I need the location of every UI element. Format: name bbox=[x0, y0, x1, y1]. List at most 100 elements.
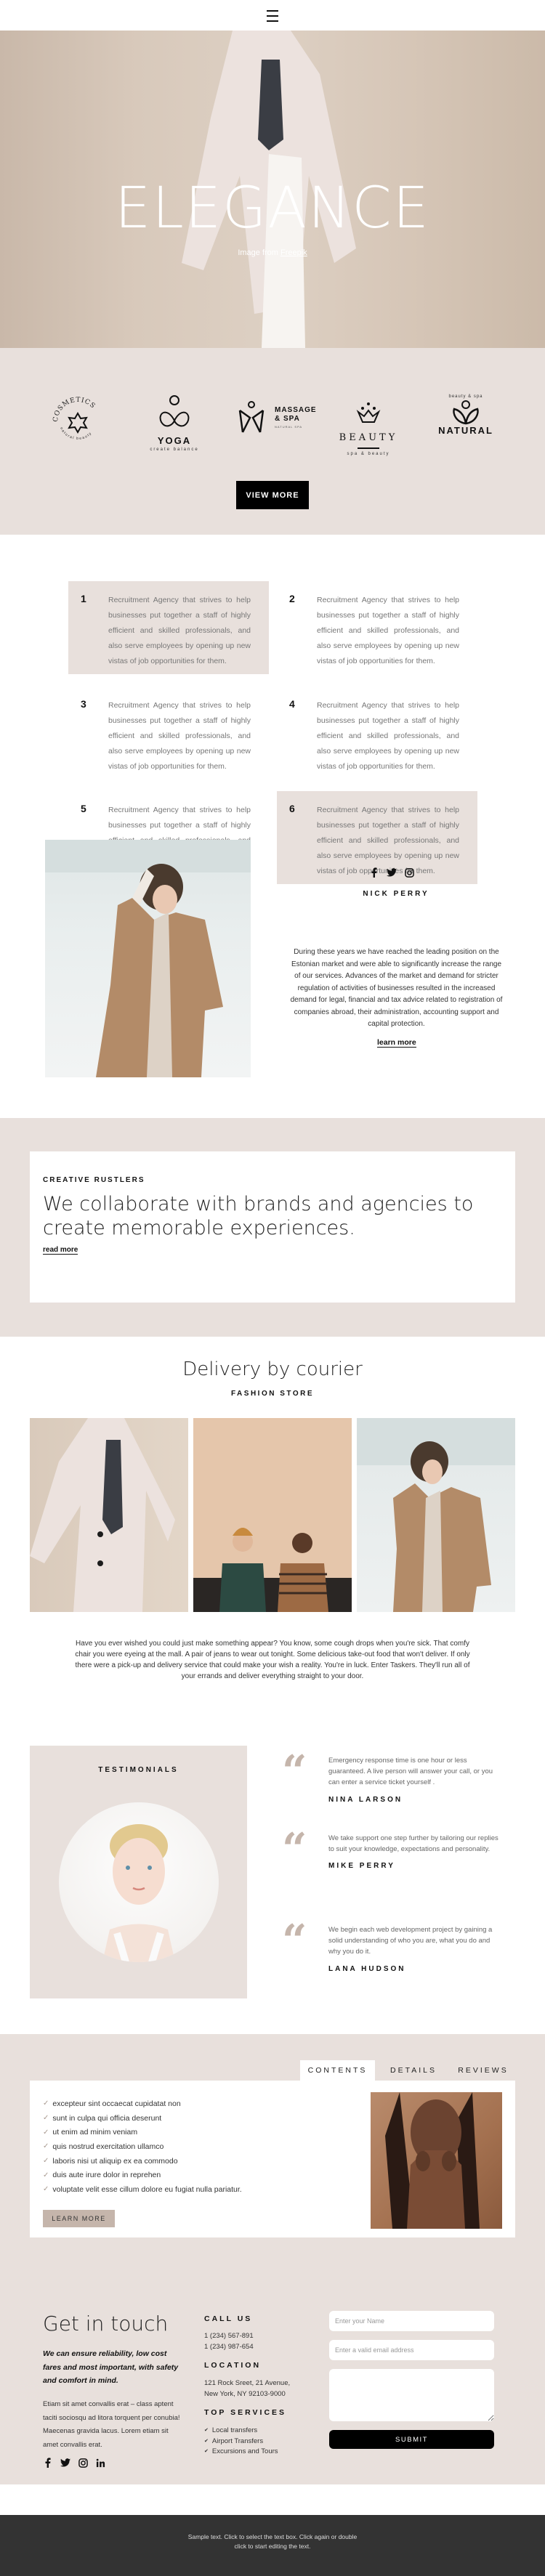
contact-body: Etiam sit amet convallis erat – class ap… bbox=[43, 2400, 180, 2449]
tab-details[interactable]: DETAILS bbox=[382, 2060, 445, 2081]
view-more-button[interactable]: VIEW MORE bbox=[236, 481, 309, 509]
feature-text: Recruitment Agency that strives to help … bbox=[317, 701, 459, 771]
logo-beauty-divider bbox=[358, 447, 379, 449]
leaf-figure-icon bbox=[453, 400, 479, 425]
message-textarea[interactable] bbox=[329, 2369, 494, 2421]
logo-massage-sub: NATURAL SPA bbox=[275, 424, 303, 429]
flower-icon: COSMETICS natural beauty bbox=[52, 397, 96, 441]
feature-number: 6 bbox=[289, 803, 295, 814]
logo-natural-sub: beauty & spa bbox=[448, 394, 483, 399]
tab-portrait-image bbox=[371, 2092, 502, 2229]
services-list: ✔ Local transfers ✔ Airport Transfers ✔ Exc… bbox=[204, 2426, 278, 2458]
location-heading: LOCATION bbox=[204, 2361, 262, 2370]
delivery-title: Delivery by courier bbox=[182, 1358, 363, 1380]
testimonials-card: TESTIMONIALS bbox=[30, 1746, 247, 1998]
testimonial-author: MIKE PERRY bbox=[328, 1862, 395, 1870]
quote-icon: “ bbox=[282, 1824, 307, 1875]
phone-number: 1 (234) 567-891 bbox=[204, 2332, 254, 2340]
feature-number: 1 bbox=[81, 593, 86, 604]
feature-number: 2 bbox=[289, 593, 295, 604]
testimonial-text: We begin each web development project by… bbox=[328, 1926, 493, 1956]
feature-number: 3 bbox=[81, 698, 86, 710]
quote-icon: “ bbox=[282, 1916, 307, 1967]
logo-natural: beauty & spa NATURAL bbox=[426, 392, 506, 479]
submit-button[interactable]: SUBMIT bbox=[329, 2430, 494, 2449]
feature-number: 5 bbox=[81, 803, 86, 814]
instagram-icon[interactable] bbox=[404, 867, 414, 878]
feature-item: 3 Recruitment Agency that strives to hel… bbox=[68, 686, 269, 779]
phone-number: 1 (234) 987-654 bbox=[204, 2342, 254, 2351]
checklist-item: ✓ laboris nisi ut aliquip ex ea commodo bbox=[43, 2156, 178, 2166]
check-icon: ✓ bbox=[43, 2114, 49, 2123]
logo-massage-name: MASSAGE & SPA bbox=[275, 405, 317, 423]
footer-text: Sample text. Click to select the text bo… bbox=[187, 2533, 358, 2550]
spa-figure-icon bbox=[238, 401, 265, 433]
twitter-icon[interactable] bbox=[387, 867, 397, 878]
site-header bbox=[0, 0, 545, 31]
check-icon: ✔ bbox=[204, 2449, 209, 2454]
freepik-link[interactable]: Freepik bbox=[280, 248, 307, 257]
feature-item: 1 Recruitment Agency that strives to hel… bbox=[68, 581, 269, 674]
service-item: ✔ Local transfers bbox=[204, 2426, 278, 2437]
logo-beauty: BEAUTY spa & beauty bbox=[328, 392, 408, 479]
testimonial-text: Emergency response time is one hour or l… bbox=[328, 1757, 493, 1786]
creative-label: CREATIVE RUSTLERS bbox=[43, 1176, 145, 1184]
quote-icon: “ bbox=[282, 1746, 307, 1797]
check-icon: ✔ bbox=[204, 2428, 209, 2433]
gallery-image-couple bbox=[193, 1418, 352, 1612]
logo-beauty-name: BEAUTY bbox=[339, 432, 398, 443]
tab-reviews[interactable]: REVIEWS bbox=[452, 2060, 514, 2081]
checklist-item: ✓ ut enim ad minim veniam bbox=[43, 2128, 138, 2137]
checklist-item: ✓ voluptate velit esse cillum dolore eu f… bbox=[43, 2184, 242, 2194]
check-icon: ✓ bbox=[43, 2185, 49, 2194]
hero-credit: Image from Freepik bbox=[0, 248, 545, 257]
facebook-icon[interactable] bbox=[369, 867, 379, 878]
linkedin-icon[interactable] bbox=[95, 2458, 105, 2468]
testimonial-author: NINA LARSON bbox=[328, 1796, 403, 1804]
email-input[interactable] bbox=[329, 2340, 494, 2360]
profile-social-links bbox=[369, 867, 414, 878]
testimonial-text: We take support one step further by tail… bbox=[328, 1834, 498, 1853]
tab-contents[interactable]: CONTENTS bbox=[300, 2060, 375, 2081]
checklist-item: ✓ duis aute irure dolor in reprehen bbox=[43, 2171, 161, 2180]
logo-beauty-sub: spa & beauty bbox=[347, 452, 390, 456]
logo-massage-spa: MASSAGE & SPA NATURAL SPA bbox=[231, 392, 318, 479]
lotus-icon bbox=[356, 402, 381, 423]
check-icon: ✓ bbox=[43, 2099, 49, 2108]
check-icon: ✓ bbox=[43, 2157, 49, 2166]
logo-yoga: YOGA create balance bbox=[134, 392, 214, 479]
phone-list: 1 (234) 567-891 1 (234) 987-654 bbox=[204, 2331, 254, 2352]
learn-more-button[interactable]: LEARN MORE bbox=[43, 2210, 115, 2227]
site-footer: Sample text. Click to select the text bo… bbox=[0, 2515, 545, 2576]
check-icon: ✓ bbox=[43, 2142, 49, 2151]
logo-cosmetics: COSMETICS natural beauty bbox=[38, 392, 118, 479]
instagram-icon[interactable] bbox=[78, 2458, 88, 2468]
facebook-icon[interactable] bbox=[43, 2458, 53, 2468]
checklist-item: ✓ sunt in culpa qui officia deserunt bbox=[43, 2113, 162, 2123]
hamburger-menu-icon[interactable] bbox=[265, 10, 280, 22]
profile-learn-more-link[interactable]: learn more bbox=[377, 1038, 416, 1048]
check-icon: ✓ bbox=[43, 2128, 49, 2136]
read-more-link[interactable]: read more bbox=[43, 1246, 78, 1255]
name-input[interactable] bbox=[329, 2311, 494, 2331]
logo-natural-name: NATURAL bbox=[438, 425, 493, 436]
profile-name: NICK PERRY bbox=[363, 890, 429, 898]
gallery-image-trench bbox=[357, 1418, 515, 1612]
logo-yoga-name: YOGA bbox=[157, 435, 192, 446]
service-item: ✔ Excursions and Tours bbox=[204, 2447, 278, 2458]
delivery-subtitle: FASHION STORE bbox=[231, 1390, 314, 1398]
delivery-description: Have you ever wished you could just make… bbox=[75, 1640, 470, 1680]
checklist: ✓ excepteur sint occaecat cupidatat non ✓… bbox=[43, 2097, 242, 2197]
hero-title: ELEGANCE bbox=[115, 176, 430, 241]
check-icon: ✔ bbox=[204, 2438, 209, 2444]
top-services-heading: TOP SERVICES bbox=[204, 2408, 287, 2417]
tab-panel-contents: ✓ excepteur sint occaecat cupidatat non ✓… bbox=[30, 2081, 515, 2237]
check-icon: ✓ bbox=[43, 2171, 49, 2179]
profile-description: During these years we have reached the l… bbox=[290, 948, 503, 1028]
address: 121 Rock Sreet, 21 Avenue, New York, NY … bbox=[204, 2378, 290, 2399]
address-line: 121 Rock Sreet, 21 Avenue, bbox=[204, 2379, 291, 2387]
twitter-icon[interactable] bbox=[60, 2458, 70, 2468]
feature-number: 4 bbox=[289, 698, 295, 710]
testimonials-label: TESTIMONIALS bbox=[98, 1766, 179, 1774]
creative-headline: We collaborate with brands and agencies … bbox=[43, 1193, 474, 1239]
